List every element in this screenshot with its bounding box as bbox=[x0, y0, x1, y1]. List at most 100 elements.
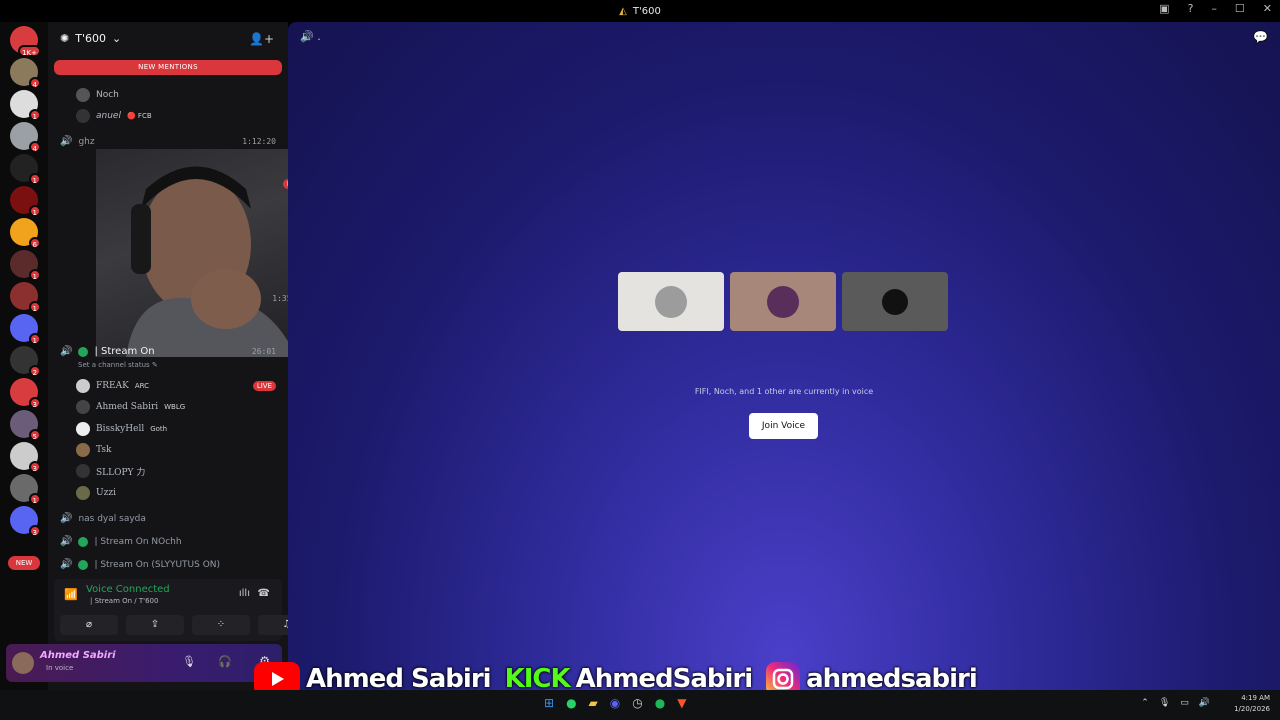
server-icon[interactable]: 3 bbox=[10, 506, 41, 537]
speaker-icon: 🔊 bbox=[60, 513, 73, 524]
voice-channel-stream-on[interactable]: 🔊 | Stream On 26:01 bbox=[48, 346, 288, 357]
user-tag: WBLG bbox=[164, 403, 186, 412]
speaker-icon: 🔊 bbox=[60, 559, 73, 570]
clock-app-icon[interactable]: ◷ bbox=[632, 696, 642, 710]
unread-badge: 1 bbox=[28, 493, 41, 505]
chevron-up-icon[interactable]: ⌃ bbox=[1141, 698, 1149, 708]
server-list: 1K+ 4 1 4 1 1 6 1 1 1 2 3 5 3 1 3 NEW bbox=[0, 22, 48, 690]
avatar bbox=[76, 400, 90, 415]
activities-button[interactable]: ⁘ bbox=[192, 615, 250, 635]
unread-badge: 1 bbox=[28, 109, 41, 121]
file-explorer-icon[interactable]: ▰ bbox=[589, 696, 598, 710]
server-icon[interactable]: 1 bbox=[10, 282, 41, 313]
webcam-overlay: LIVE 1:35:54 bbox=[96, 149, 318, 357]
unread-badge: 3 bbox=[28, 397, 41, 409]
server-icon[interactable]: 2 bbox=[10, 346, 41, 377]
voice-channel-ghz[interactable]: 🔊 ghz 1:12:20 bbox=[48, 136, 288, 147]
maximize-button[interactable]: ☐ bbox=[1235, 2, 1245, 15]
spotify-icon[interactable]: ● bbox=[655, 696, 665, 710]
status-dot-icon bbox=[78, 346, 89, 357]
unread-badge: 1 bbox=[28, 173, 41, 185]
disconnect-icon[interactable]: ☎ bbox=[258, 588, 270, 599]
microphone-icon[interactable]: 🎙 bbox=[1159, 698, 1170, 708]
channel-timer: 26:01 bbox=[251, 347, 276, 356]
signal-icon: 📶 bbox=[64, 588, 78, 601]
voice-location[interactable]: | Stream On / T'600 bbox=[90, 597, 158, 605]
user-tag: ARC bbox=[134, 382, 150, 390]
server-icon[interactable]: 1 bbox=[10, 314, 41, 345]
unread-badge: 6 bbox=[28, 237, 41, 249]
inbox-icon[interactable]: ▣ bbox=[1159, 2, 1169, 15]
speaker-icon: 🔊 bbox=[300, 30, 314, 43]
participant-tile[interactable] bbox=[618, 272, 724, 331]
avatar bbox=[76, 442, 90, 457]
participant-tile[interactable] bbox=[842, 272, 948, 331]
headphones-icon[interactable]: 🎧 bbox=[218, 655, 232, 668]
system-tray: ⌃ 🎙 ▭ 🔊 bbox=[1141, 698, 1210, 708]
unread-badge: 1 bbox=[28, 301, 41, 313]
server-icon[interactable]: 4 bbox=[10, 122, 41, 153]
volume-icon[interactable]: 🔊 bbox=[1199, 698, 1210, 708]
voice-user[interactable]: FREAK ARC LIVE bbox=[48, 379, 288, 393]
avatar[interactable] bbox=[12, 652, 34, 674]
close-button[interactable]: ✕ bbox=[1263, 2, 1272, 15]
server-icon[interactable]: 1 bbox=[10, 186, 41, 217]
taskbar: ⊞ ● ▰ ◉ ◷ ● ▼ ⌃ 🎙 ▭ 🔊 4:19 AM 1/20/2026 bbox=[0, 690, 1280, 720]
server-icon[interactable]: 1 bbox=[10, 474, 41, 505]
server-icon[interactable]: 5 bbox=[10, 410, 41, 441]
voice-channel[interactable]: 🔊 | Stream On (SLYYUTUS ON) bbox=[48, 559, 288, 570]
screen-share-button[interactable]: ⇪ bbox=[126, 615, 184, 635]
window-title: ◭ T'600 bbox=[619, 5, 661, 17]
voice-user[interactable]: Ahmed Sabiri WBLG bbox=[48, 400, 288, 415]
avatar bbox=[76, 109, 90, 123]
server-icon[interactable]: 6 bbox=[10, 218, 41, 249]
voice-user[interactable]: Tsk bbox=[48, 442, 288, 457]
noise-suppression-icon[interactable]: ıllı bbox=[239, 588, 250, 599]
voice-channel[interactable]: 🔊 nas dyal sayda bbox=[48, 513, 288, 524]
new-mentions-bar[interactable]: NEW MENTIONS bbox=[54, 60, 282, 75]
server-icon[interactable]: 1 bbox=[10, 250, 41, 281]
server-icon[interactable]: 1 bbox=[10, 90, 41, 121]
pencil-icon: ✎ bbox=[149, 361, 158, 369]
server-icon[interactable]: 4 bbox=[10, 58, 41, 89]
voice-channel[interactable]: 🔊 | Stream On NOchh bbox=[48, 536, 288, 547]
avatar bbox=[76, 485, 90, 500]
chat-icon[interactable]: 💬 bbox=[1253, 30, 1268, 44]
voice-user[interactable]: BisskyHell Goth bbox=[48, 421, 288, 436]
chevron-down-icon: ⌄ bbox=[111, 31, 122, 45]
whatsapp-icon[interactable]: ● bbox=[566, 696, 576, 710]
server-icon[interactable]: 1K+ bbox=[10, 26, 41, 57]
clock[interactable]: 4:19 AM 1/20/2026 bbox=[1234, 693, 1270, 715]
new-unreads-pill[interactable]: NEW bbox=[8, 556, 40, 570]
server-icon[interactable]: 1 bbox=[10, 154, 41, 185]
windows-start-icon[interactable]: ⊞ bbox=[544, 696, 554, 710]
brave-icon[interactable]: ▼ bbox=[677, 696, 686, 710]
voice-user[interactable]: Uzzi bbox=[48, 485, 288, 500]
microphone-icon[interactable]: 🎙 bbox=[182, 655, 196, 668]
voice-user[interactable]: anuel 🔴 FCB bbox=[48, 109, 288, 123]
in-voice-text: FIFI, Noch, and 1 other are currently in… bbox=[694, 387, 874, 396]
avatar bbox=[655, 285, 687, 318]
server-icon[interactable]: 3 bbox=[10, 442, 41, 473]
channel-status[interactable]: Set a channel status ✎ bbox=[48, 361, 288, 369]
user-tag: 🔴 FCB bbox=[126, 112, 152, 120]
status-dot-icon bbox=[78, 536, 89, 547]
discord-icon[interactable]: ◉ bbox=[610, 696, 620, 710]
server-icon[interactable]: 3 bbox=[10, 378, 41, 409]
network-icon[interactable]: ▭ bbox=[1180, 698, 1189, 708]
guild-header[interactable]: ✺ T'600 ⌄ 👤+ bbox=[48, 22, 288, 54]
participant-tile[interactable] bbox=[730, 272, 836, 331]
avatar bbox=[76, 464, 90, 479]
voice-status[interactable]: Voice Connected bbox=[86, 584, 170, 595]
add-user-icon[interactable]: 👤+ bbox=[249, 32, 274, 46]
join-voice-button[interactable]: Join Voice bbox=[749, 413, 818, 439]
voice-channel-view: 🔊 . 💬 FIFI, Noch, and 1 other are curren… bbox=[288, 22, 1280, 690]
unread-badge: 3 bbox=[28, 525, 41, 537]
camera-button[interactable]: ⌀ bbox=[60, 615, 118, 635]
unread-badge: 2 bbox=[28, 365, 41, 377]
minimize-button[interactable]: – bbox=[1211, 2, 1217, 15]
window-controls: ▣ ? – ☐ ✕ bbox=[1159, 2, 1272, 15]
voice-user[interactable]: SLLOPY 力 bbox=[48, 464, 288, 479]
voice-user[interactable]: Noch bbox=[48, 88, 288, 102]
help-icon[interactable]: ? bbox=[1188, 2, 1194, 15]
